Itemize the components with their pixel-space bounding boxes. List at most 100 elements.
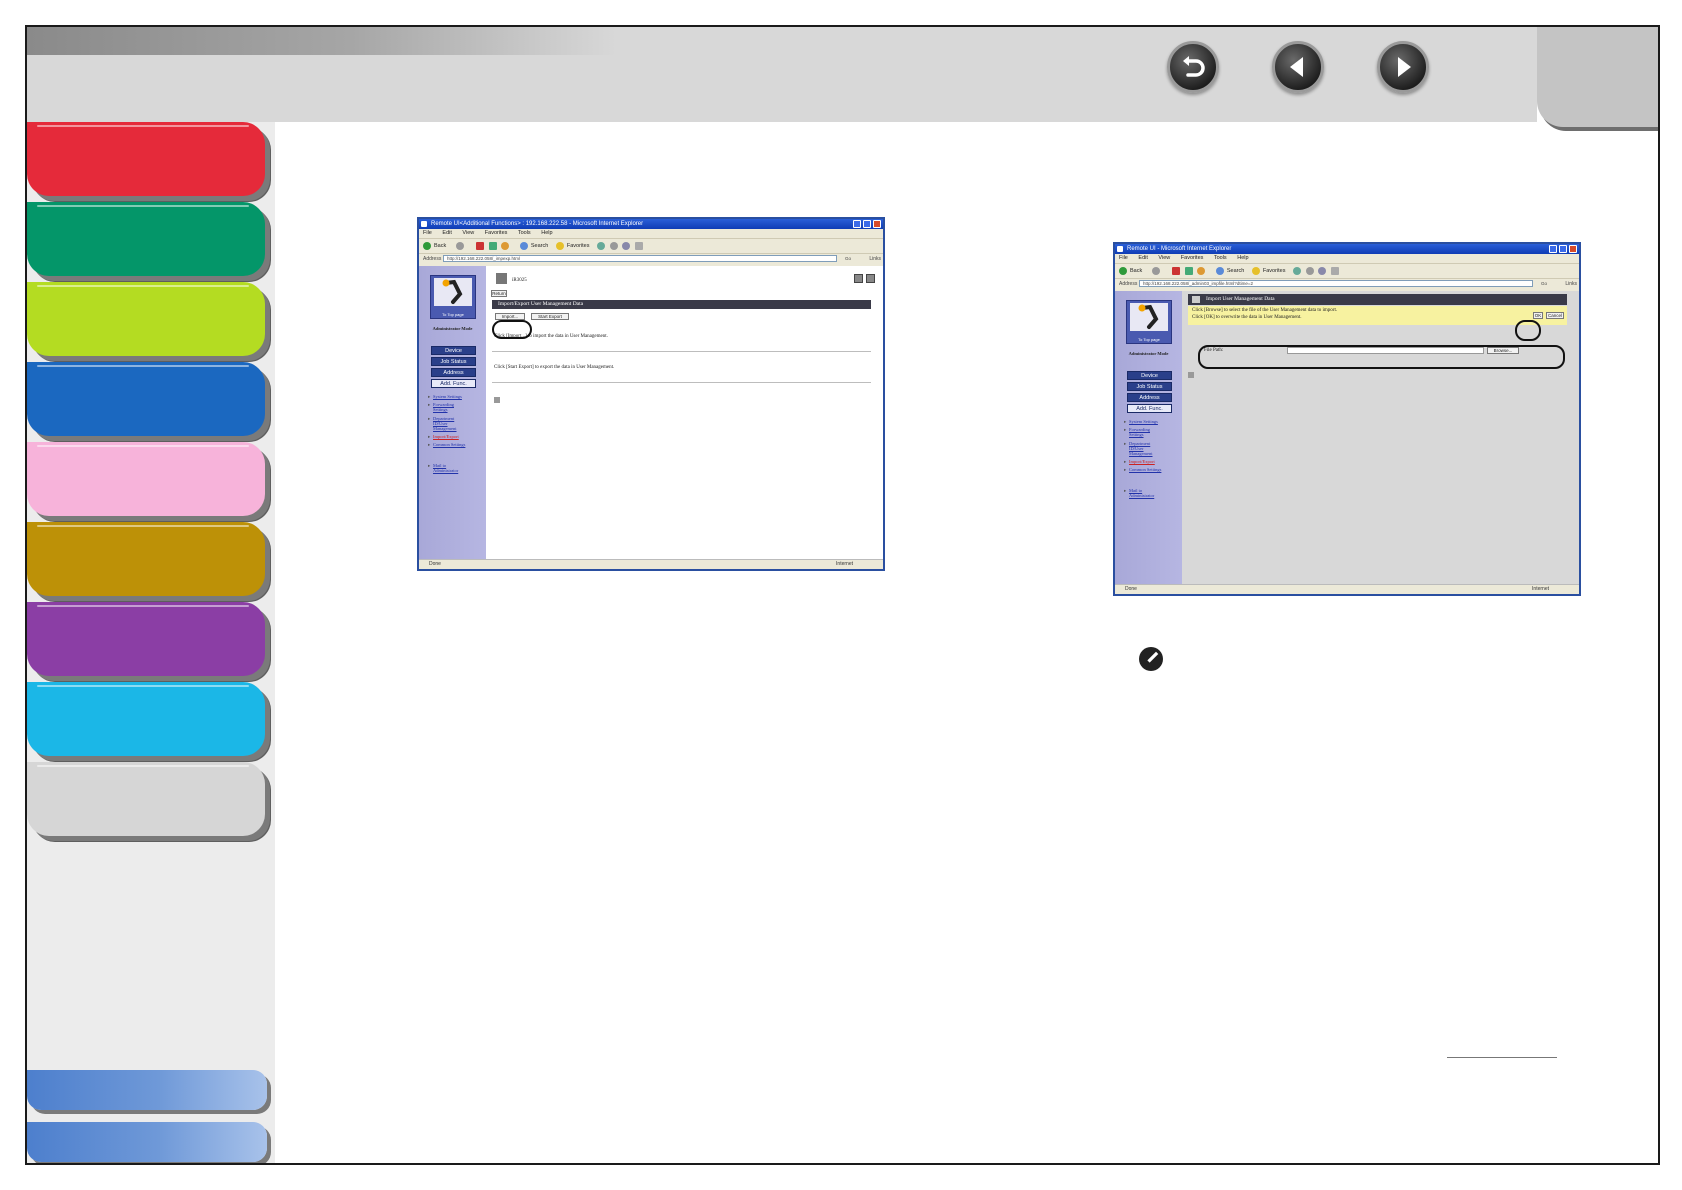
cancel-button[interactable]: Cancel [1546, 312, 1564, 319]
top-page-logo[interactable]: To Top page [430, 275, 476, 319]
page-top-icon[interactable] [494, 397, 500, 403]
chapter-tab-1[interactable] [27, 122, 265, 196]
menu-file[interactable]: File [1119, 255, 1128, 261]
menu-edit[interactable]: Edit [1138, 255, 1147, 261]
system-settings-link[interactable]: System Settings [428, 394, 462, 399]
address-button[interactable]: Address [431, 368, 476, 377]
chapter-tab-9[interactable] [27, 762, 265, 836]
previous-page-button[interactable] [1272, 41, 1324, 93]
chapter-tab-2[interactable] [27, 202, 265, 276]
home-icon[interactable] [501, 241, 510, 250]
device-button[interactable]: Device [431, 346, 476, 355]
address-input[interactable]: http://192.168.222.058/_impexp.html [443, 255, 837, 262]
chapter-tab-4[interactable] [27, 362, 265, 436]
address-label: Address [423, 256, 442, 262]
close-icon[interactable] [873, 220, 881, 228]
menu-help[interactable]: Help [1237, 255, 1248, 261]
menu-tools[interactable]: Tools [518, 230, 531, 236]
chapter-tab-8[interactable] [27, 682, 265, 756]
device-button[interactable]: Device [1127, 371, 1172, 380]
page-top-icon[interactable] [1188, 372, 1194, 378]
toolbar-search-label[interactable]: Search [1227, 268, 1244, 274]
maximize-icon[interactable] [1559, 245, 1567, 253]
top-page-logo[interactable]: To Top page [1126, 300, 1172, 344]
next-page-button[interactable] [1377, 41, 1429, 93]
forwarding-settings-link[interactable]: Forwarding Settings [428, 402, 463, 412]
add-func-button[interactable]: Add. Func. [1127, 404, 1172, 413]
department-user-management-link[interactable]: Department ID/User Management [428, 416, 465, 431]
mail-icon[interactable] [1318, 266, 1327, 275]
home-icon[interactable] [1197, 266, 1206, 275]
menu-tools[interactable]: Tools [1214, 255, 1227, 261]
forwarding-settings-link[interactable]: Forwarding Settings [1124, 427, 1159, 437]
toolbar-favorites-label[interactable]: Favorites [567, 243, 590, 249]
print-icon[interactable] [1330, 266, 1339, 275]
back-arrow-icon[interactable] [1119, 266, 1127, 275]
corner-tab[interactable] [1537, 27, 1658, 127]
links-label[interactable]: Links [869, 254, 881, 264]
mail-icon[interactable] [622, 241, 631, 250]
refresh-icon[interactable] [488, 241, 497, 250]
return-button[interactable]: Return [491, 290, 507, 297]
search-icon[interactable] [519, 241, 528, 250]
history-icon[interactable] [609, 241, 618, 250]
toolbar-back-label[interactable]: Back [434, 243, 446, 249]
menu-edit[interactable]: Edit [442, 230, 451, 236]
stop-icon[interactable] [476, 241, 485, 250]
import-export-link[interactable]: Import/Export [1124, 459, 1155, 464]
menu-view[interactable]: View [462, 230, 474, 236]
refresh-page-icon[interactable] [854, 274, 863, 283]
system-settings-link[interactable]: System Settings [1124, 419, 1158, 424]
chapter-tab-6[interactable] [27, 522, 265, 596]
job-status-button[interactable]: Job Status [431, 357, 476, 366]
import-button[interactable]: Import... [495, 313, 525, 320]
links-label[interactable]: Links [1565, 279, 1577, 289]
chapter-tab-3[interactable] [27, 282, 265, 356]
chapter-tab-7[interactable] [27, 602, 265, 676]
stop-icon[interactable] [1172, 266, 1181, 275]
common-settings-link[interactable]: Common Settings [1124, 467, 1161, 472]
media-icon[interactable] [597, 241, 606, 250]
back-arrow-icon[interactable] [423, 241, 431, 250]
add-func-button[interactable]: Add. Func. [431, 379, 476, 388]
department-user-management-link[interactable]: Department ID/User Management [1124, 441, 1161, 456]
start-export-button[interactable]: Start Export [531, 313, 569, 320]
import-data-header: Import User Management Data [1188, 294, 1567, 305]
minimize-icon[interactable] [853, 220, 861, 228]
refresh-icon[interactable] [1184, 266, 1193, 275]
address-button[interactable]: Address [1127, 393, 1172, 402]
favorites-star-icon[interactable] [555, 241, 564, 250]
menu-file[interactable]: File [423, 230, 432, 236]
toolbar-search-label[interactable]: Search [531, 243, 548, 249]
search-icon[interactable] [1215, 266, 1224, 275]
mail-to-administrator-link[interactable]: Mail to Administrator [1124, 488, 1161, 498]
close-icon[interactable] [1569, 245, 1577, 253]
back-button[interactable] [1167, 41, 1219, 93]
import-export-link[interactable]: Import/Export [428, 434, 459, 439]
history-icon[interactable] [1305, 266, 1314, 275]
mail-to-administrator-link[interactable]: Mail to Administrator [428, 463, 465, 473]
menu-help[interactable]: Help [541, 230, 552, 236]
ok-button[interactable]: OK [1533, 312, 1543, 319]
menu-favorites[interactable]: Favorites [485, 230, 508, 236]
go-button[interactable]: Go [1541, 280, 1559, 287]
forward-arrow-icon[interactable] [455, 241, 464, 250]
toolbar-back-label[interactable]: Back [1130, 268, 1142, 274]
go-button[interactable]: Go [845, 255, 863, 262]
maximize-icon[interactable] [863, 220, 871, 228]
menu-favorites[interactable]: Favorites [1181, 255, 1204, 261]
chapter-tab-5[interactable] [27, 442, 265, 516]
bottom-tab-2[interactable] [27, 1122, 267, 1162]
menu-view[interactable]: View [1158, 255, 1170, 261]
job-status-button[interactable]: Job Status [1127, 382, 1172, 391]
common-settings-link[interactable]: Common Settings [428, 442, 465, 447]
favorites-star-icon[interactable] [1251, 266, 1260, 275]
forward-arrow-icon[interactable] [1151, 266, 1160, 275]
print-icon[interactable] [634, 241, 643, 250]
media-icon[interactable] [1293, 266, 1302, 275]
bottom-tab-1[interactable] [27, 1070, 267, 1110]
address-input[interactable]: http://192.168.222.058/_admin03_impfile.… [1139, 280, 1533, 287]
toolbar-favorites-label[interactable]: Favorites [1263, 268, 1286, 274]
minimize-icon[interactable] [1549, 245, 1557, 253]
help-icon[interactable] [866, 274, 875, 283]
